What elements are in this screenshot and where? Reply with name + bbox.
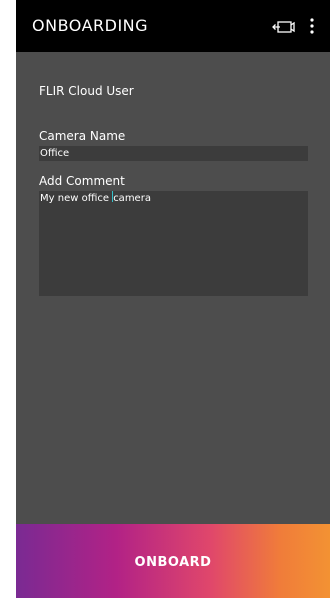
user-label: FLIR Cloud User — [39, 84, 134, 98]
onboard-button[interactable]: ONBOARD — [16, 524, 330, 598]
more-vertical-icon[interactable] — [308, 17, 316, 35]
camera-add-icon[interactable] — [272, 20, 296, 34]
camera-name-label: Camera Name — [39, 129, 126, 143]
form-area: FLIR Cloud User Camera Name Office Add C… — [16, 52, 330, 524]
comment-text-before-cursor: My new office — [40, 193, 113, 204]
screen: ONBOARDING FLIR Cloud User Camera Name O… — [0, 0, 334, 598]
camera-name-field[interactable]: Office — [39, 146, 308, 161]
app-bar: ONBOARDING — [16, 0, 330, 52]
comment-text-after-cursor: camera — [113, 193, 151, 204]
page-title: ONBOARDING — [32, 16, 149, 35]
onboard-button-label: ONBOARD — [134, 554, 212, 570]
app-window: ONBOARDING FLIR Cloud User Camera Name O… — [16, 0, 330, 598]
comment-field[interactable]: My new office camera — [39, 191, 308, 296]
comment-label: Add Comment — [39, 174, 125, 188]
